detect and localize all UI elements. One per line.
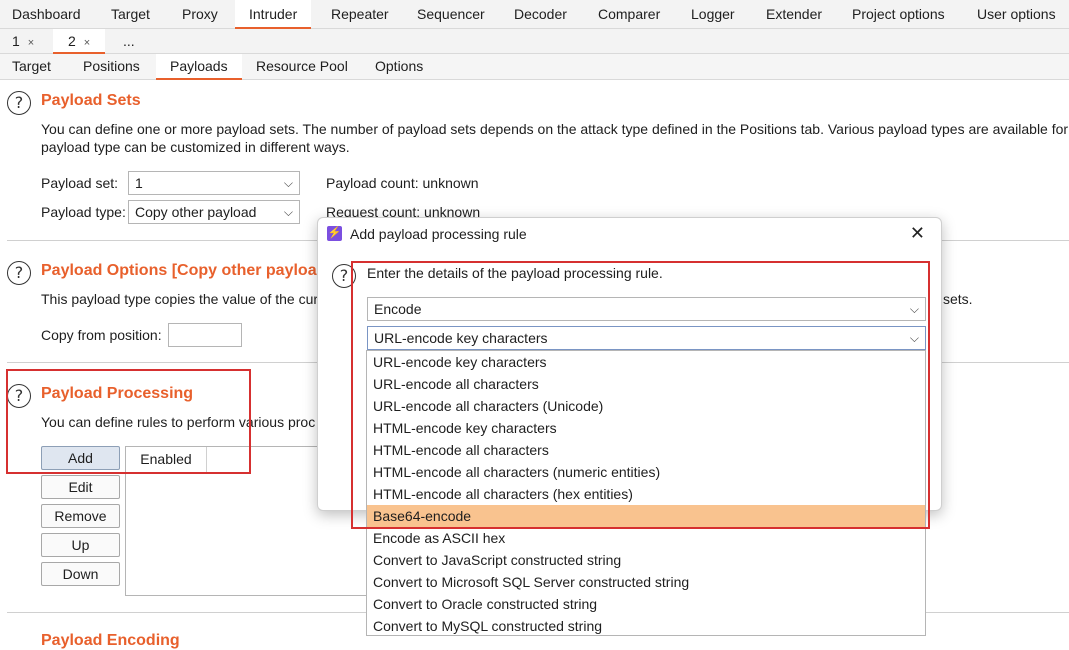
list-item[interactable]: HTML-encode all characters (hex entities… (367, 483, 925, 505)
encoding-select[interactable]: URL-encode key characters ⌵ (367, 326, 926, 350)
tab-target[interactable]: Target (111, 0, 150, 28)
list-item-selected[interactable]: Base64-encode (367, 505, 925, 527)
attack-tab-label: 2 (68, 33, 76, 49)
tab-logger[interactable]: Logger (691, 0, 735, 28)
payload-type-select[interactable]: Copy other payload ⌵ (128, 200, 300, 224)
tab-user-options[interactable]: User options (977, 0, 1056, 28)
tab-project-options[interactable]: Project options (852, 0, 945, 28)
tab-config-positions[interactable]: Positions (83, 54, 140, 79)
tab-dashboard[interactable]: Dashboard (12, 0, 81, 28)
tab-repeater[interactable]: Repeater (331, 0, 389, 28)
payload-sets-description: You can define one or more payload sets.… (41, 121, 1069, 137)
list-item[interactable]: URL-encode all characters (367, 373, 925, 395)
edit-button[interactable]: Edit (41, 475, 120, 499)
config-tab-bar: Target Positions Payloads Resource Pool … (0, 54, 1069, 80)
payload-processing-title: Payload Processing (41, 385, 194, 402)
tab-comparer[interactable]: Comparer (598, 0, 660, 28)
main-tab-bar: Dashboard Target Proxy Intruder Repeater… (0, 0, 1069, 29)
help-icon[interactable]: ? (7, 384, 31, 408)
up-button[interactable]: Up (41, 533, 120, 557)
tab-sequencer[interactable]: Sequencer (417, 0, 485, 28)
close-icon[interactable]: ✕ (910, 223, 925, 244)
tab-config-target[interactable]: Target (12, 54, 51, 79)
payload-type-value: Copy other payload (135, 204, 257, 220)
list-item[interactable]: Convert to JavaScript constructed string (367, 549, 925, 571)
list-item[interactable]: Encode as ASCII hex (367, 527, 925, 549)
encoding-value: URL-encode key characters (374, 330, 548, 346)
list-item[interactable]: Convert to Oracle constructed string (367, 593, 925, 615)
tab-config-resource-pool[interactable]: Resource Pool (256, 54, 348, 79)
payload-set-label: Payload set: (41, 175, 119, 191)
tab-proxy[interactable]: Proxy (182, 0, 218, 28)
tab-extender[interactable]: Extender (766, 0, 822, 28)
attack-tab-1[interactable]: 1 × (12, 29, 34, 53)
help-icon[interactable]: ? (7, 91, 31, 115)
copy-from-position-label: Copy from position: (41, 327, 162, 343)
payload-set-value: 1 (135, 175, 143, 191)
payload-options-description: This payload type copies the value of th… (41, 291, 319, 307)
attack-tab-2[interactable]: 2 × (53, 29, 106, 54)
payload-options-title: Payload Options [Copy other payloa (41, 262, 317, 279)
down-button[interactable]: Down (41, 562, 120, 586)
help-icon[interactable]: ? (7, 261, 31, 285)
rule-type-select[interactable]: Encode ⌵ (367, 297, 926, 321)
chevron-down-icon: ⌵ (909, 331, 919, 345)
close-icon[interactable]: × (28, 37, 34, 49)
chevron-down-icon: ⌵ (283, 205, 293, 219)
table-header-enabled[interactable]: Enabled (126, 447, 207, 473)
payload-type-label: Payload type: (41, 204, 126, 220)
payload-set-select[interactable]: 1 ⌵ (128, 171, 300, 195)
list-item[interactable]: URL-encode key characters (367, 351, 925, 373)
list-item[interactable]: Convert to MySQL constructed string (367, 615, 925, 637)
dialog-prompt: Enter the details of the payload process… (367, 265, 663, 281)
encoding-dropdown-list[interactable]: URL-encode key characters URL-encode all… (366, 350, 926, 636)
payload-sets-description-cont: payload type can be customized in differ… (41, 139, 350, 155)
dialog-title: Add payload processing rule (350, 226, 527, 242)
list-item[interactable]: URL-encode all characters (Unicode) (367, 395, 925, 417)
help-icon[interactable]: ? (332, 264, 356, 288)
app-icon: ⚡ (327, 226, 342, 241)
payload-sets-title: Payload Sets (41, 92, 141, 109)
list-item[interactable]: HTML-encode key characters (367, 417, 925, 439)
list-item[interactable]: HTML-encode all characters (numeric enti… (367, 461, 925, 483)
payload-count: Payload count: unknown (326, 175, 479, 191)
tab-config-payloads[interactable]: Payloads (156, 54, 242, 80)
attack-tab-label: 1 (12, 33, 20, 49)
payload-encoding-title: Payload Encoding (41, 632, 180, 649)
add-button[interactable]: Add (41, 446, 120, 470)
payload-options-description-end: sets. (943, 291, 973, 307)
list-item[interactable]: HTML-encode all characters (367, 439, 925, 461)
chevron-down-icon: ⌵ (283, 176, 293, 190)
copy-from-position-input[interactable] (168, 323, 242, 347)
payload-processing-description: You can define rules to perform various … (41, 414, 316, 430)
tab-intruder[interactable]: Intruder (235, 0, 312, 29)
attack-tab-bar: 1 × 2 × ... (0, 29, 1069, 54)
tab-decoder[interactable]: Decoder (514, 0, 567, 28)
close-icon[interactable]: × (84, 37, 90, 49)
attack-tab-new[interactable]: ... (123, 29, 135, 53)
chevron-down-icon: ⌵ (909, 302, 919, 316)
rule-type-value: Encode (374, 301, 422, 317)
list-item[interactable]: Convert to Microsoft SQL Server construc… (367, 571, 925, 593)
remove-button[interactable]: Remove (41, 504, 120, 528)
tab-config-options[interactable]: Options (375, 54, 423, 79)
